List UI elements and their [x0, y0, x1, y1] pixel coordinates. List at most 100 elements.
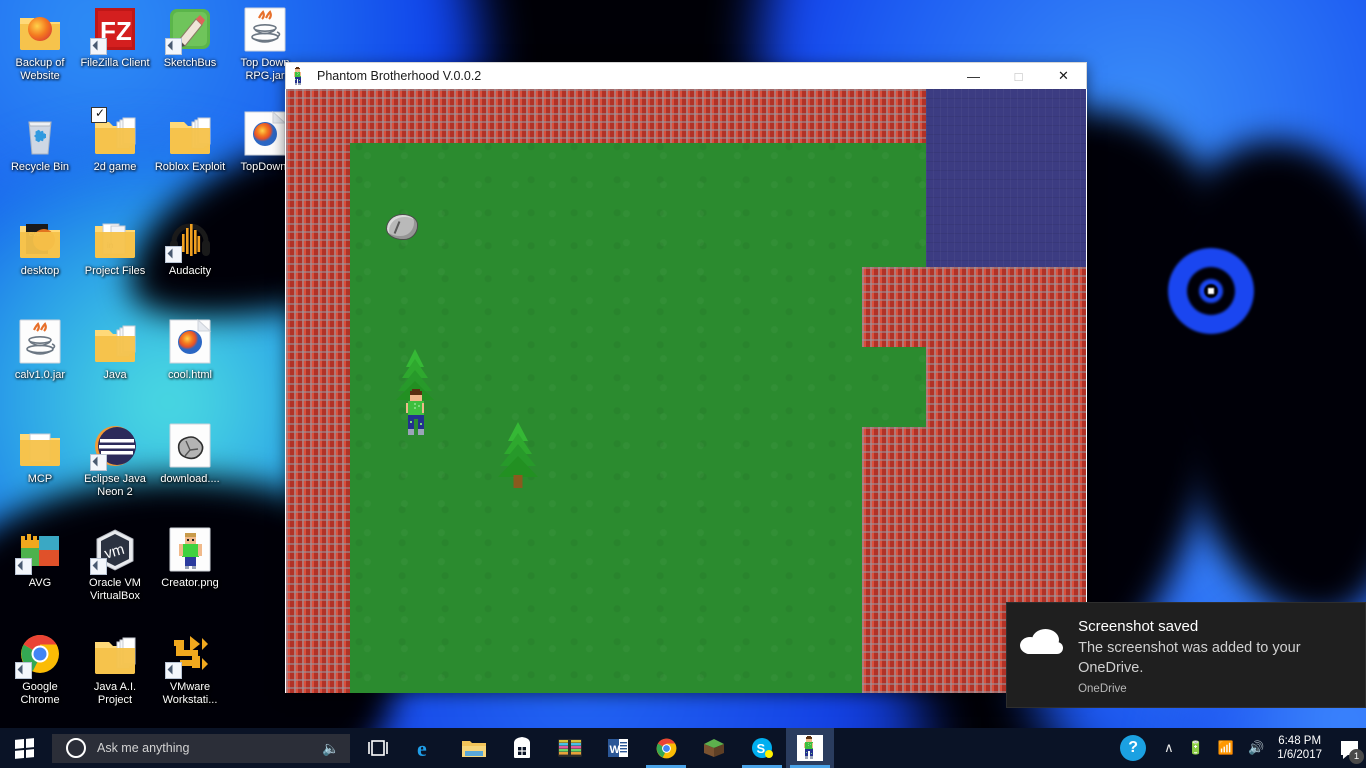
clock-time: 6:48 PM	[1278, 735, 1322, 747]
desktop-icon-audacity[interactable]: Audacity	[152, 214, 228, 278]
desktop-icon-label: Google Chrome	[20, 681, 60, 706]
chevron-up-icon[interactable]: ∧	[1157, 740, 1181, 756]
player-character-sprite[interactable]	[404, 389, 428, 435]
shortcut-arrow-icon	[90, 38, 107, 55]
chrome-icon	[15, 630, 64, 679]
close-button[interactable]: ✕	[1041, 63, 1086, 89]
taskbar-item-microsoft-edge[interactable]: e	[402, 728, 450, 768]
action-center-icon[interactable]: 1	[1332, 728, 1366, 768]
desktop-icon-avg[interactable]: AVG	[2, 526, 78, 590]
file-explorer-icon	[461, 735, 487, 761]
audacity-icon	[165, 214, 214, 263]
desktop-icon-2d-game[interactable]: ✓ 2d game	[77, 107, 153, 174]
desktop-icon-google-chrome[interactable]: Google Chrome	[2, 630, 78, 706]
desktop-icon-desktop[interactable]: eve desktop	[2, 214, 78, 278]
recycle-bin-icon	[16, 110, 64, 158]
folder-docs-icon: in	[91, 214, 139, 262]
wifi-icon[interactable]: 📶	[1211, 740, 1241, 756]
desktop-icon-label: VMware Workstati...	[162, 681, 218, 706]
svg-text:e: e	[417, 736, 427, 761]
onedrive-cloud-icon	[1007, 617, 1078, 655]
taskbar-item-task-view[interactable]	[354, 728, 402, 768]
taskbar-item-microsoft-store[interactable]	[498, 728, 546, 768]
microsoft-word-icon: W	[605, 735, 631, 761]
folder-firefox-icon	[16, 6, 64, 54]
notification-body: The screenshot was added to your OneDriv…	[1078, 640, 1301, 676]
taskbar-item-google-chrome[interactable]	[642, 728, 690, 768]
svg-text:W: W	[610, 744, 621, 756]
html-firefox-icon	[241, 110, 289, 158]
speaker-icon[interactable]: 🔊	[1241, 740, 1271, 756]
desktop-icon-roblox-exploit[interactable]: Roblox Exploit	[152, 110, 228, 174]
desktop-icon-label: 2d game	[93, 161, 137, 173]
desktop-icon-label: Oracle VM VirtualBox	[89, 577, 141, 602]
game-window[interactable]: Phantom Brotherhood V.0.0.2 — □ ✕	[285, 62, 1087, 693]
clock-date: 1/6/2017	[1277, 749, 1322, 761]
folder-plain-icon	[16, 422, 64, 470]
desktop-icon-filezilla-client[interactable]: FZ FileZilla Client	[77, 6, 153, 70]
taskbar-item-phantom-brotherhood[interactable]	[786, 728, 834, 768]
desktop-icon-label: download....	[160, 473, 220, 485]
desktop-icon-label: Backup of Website	[15, 57, 65, 82]
desktop-icon-label: cool.html	[167, 369, 213, 381]
desktop-icon-label: MCP	[27, 473, 53, 485]
creator-png-icon	[166, 526, 214, 574]
desktop-icon-vmware-workstati[interactable]: VMware Workstati...	[152, 630, 228, 706]
desktop-icon-sketchbus[interactable]: SketchBus	[152, 6, 228, 70]
folder-icon	[166, 110, 214, 158]
taskbar-item-skype[interactable]: S	[738, 728, 786, 768]
desktop-icon-label: Java	[103, 369, 127, 381]
clock[interactable]: 6:48 PM 1/6/2017	[1271, 734, 1332, 762]
desktop-icon-label: FileZilla Client	[80, 57, 150, 69]
desktop-icon-label: Project Files	[84, 265, 146, 277]
taskbar-item-winrar[interactable]	[546, 728, 594, 768]
minecraft-icon	[701, 735, 727, 761]
java-jar-icon	[16, 318, 64, 366]
skype-icon: S	[749, 735, 775, 761]
desktop-icon-eclipse-java-neon-2[interactable]: Eclipse Java Neon 2	[77, 422, 153, 498]
search-placeholder: Ask me anything	[97, 741, 190, 755]
virtualbox-icon: vm	[90, 526, 139, 575]
desktop-icon-label: Audacity	[168, 265, 212, 277]
battery-icon[interactable]: 🔋	[1181, 740, 1211, 756]
taskbar: Ask me anything 🔈 e W S ? ∧ 🔋 📶 🔊 6:48 PM …	[0, 728, 1366, 768]
windows-logo-icon	[14, 737, 34, 759]
shortcut-arrow-icon	[90, 558, 107, 575]
filezilla-icon: FZ	[90, 6, 139, 55]
minimize-button[interactable]: —	[951, 63, 996, 89]
water-tile	[926, 89, 1086, 267]
microsoft-edge-icon: e	[413, 735, 439, 761]
rock-png-icon	[166, 422, 214, 470]
folder-checked-icon: ✓	[91, 107, 139, 158]
start-button[interactable]	[0, 728, 48, 768]
game-viewport[interactable]	[286, 89, 1086, 693]
phantom-brotherhood-icon	[797, 735, 823, 761]
desktop-icon-backup-of-website[interactable]: Backup of Website	[2, 6, 78, 82]
microphone-icon[interactable]: 🔈	[320, 740, 342, 757]
maximize-button[interactable]: □	[996, 63, 1041, 89]
desktop-icon-recycle-bin[interactable]: Recycle Bin	[2, 110, 78, 174]
help-question-icon[interactable]: ?	[1113, 735, 1157, 761]
html-firefox-icon	[166, 318, 214, 366]
microsoft-store-icon	[509, 735, 535, 761]
desktop-icon-calv1-0-jar[interactable]: calv1.0.jar	[2, 318, 78, 382]
window-titlebar[interactable]: Phantom Brotherhood V.0.0.2 — □ ✕	[285, 62, 1087, 89]
eclipse-icon	[90, 422, 139, 471]
desktop-icon-cool-html[interactable]: cool.html	[152, 318, 228, 382]
shortcut-arrow-icon	[15, 558, 32, 575]
taskbar-item-minecraft[interactable]	[690, 728, 738, 768]
shortcut-arrow-icon	[165, 662, 182, 679]
taskbar-item-file-explorer[interactable]	[450, 728, 498, 768]
taskbar-item-microsoft-word[interactable]: W	[594, 728, 642, 768]
notification-toast[interactable]: Screenshot saved The screenshot was adde…	[1006, 602, 1366, 708]
folder-icon	[91, 318, 139, 366]
desktop-icon-download[interactable]: download....	[152, 422, 228, 486]
desktop-icon-java-a-i-project[interactable]: Java A.I. Project	[77, 630, 153, 706]
desktop-icon-project-files[interactable]: in Project Files	[77, 214, 153, 278]
desktop-icon-oracle-vm-virtualbox[interactable]: vm Oracle VM VirtualBox	[77, 526, 153, 602]
desktop-icon-mcp[interactable]: MCP	[2, 422, 78, 486]
desktop-icon-creator-png[interactable]: Creator.png	[152, 526, 228, 590]
desktop-icon-label: desktop	[20, 265, 60, 277]
search-input[interactable]: Ask me anything 🔈	[52, 733, 350, 763]
desktop-icon-java[interactable]: Java	[77, 318, 153, 382]
